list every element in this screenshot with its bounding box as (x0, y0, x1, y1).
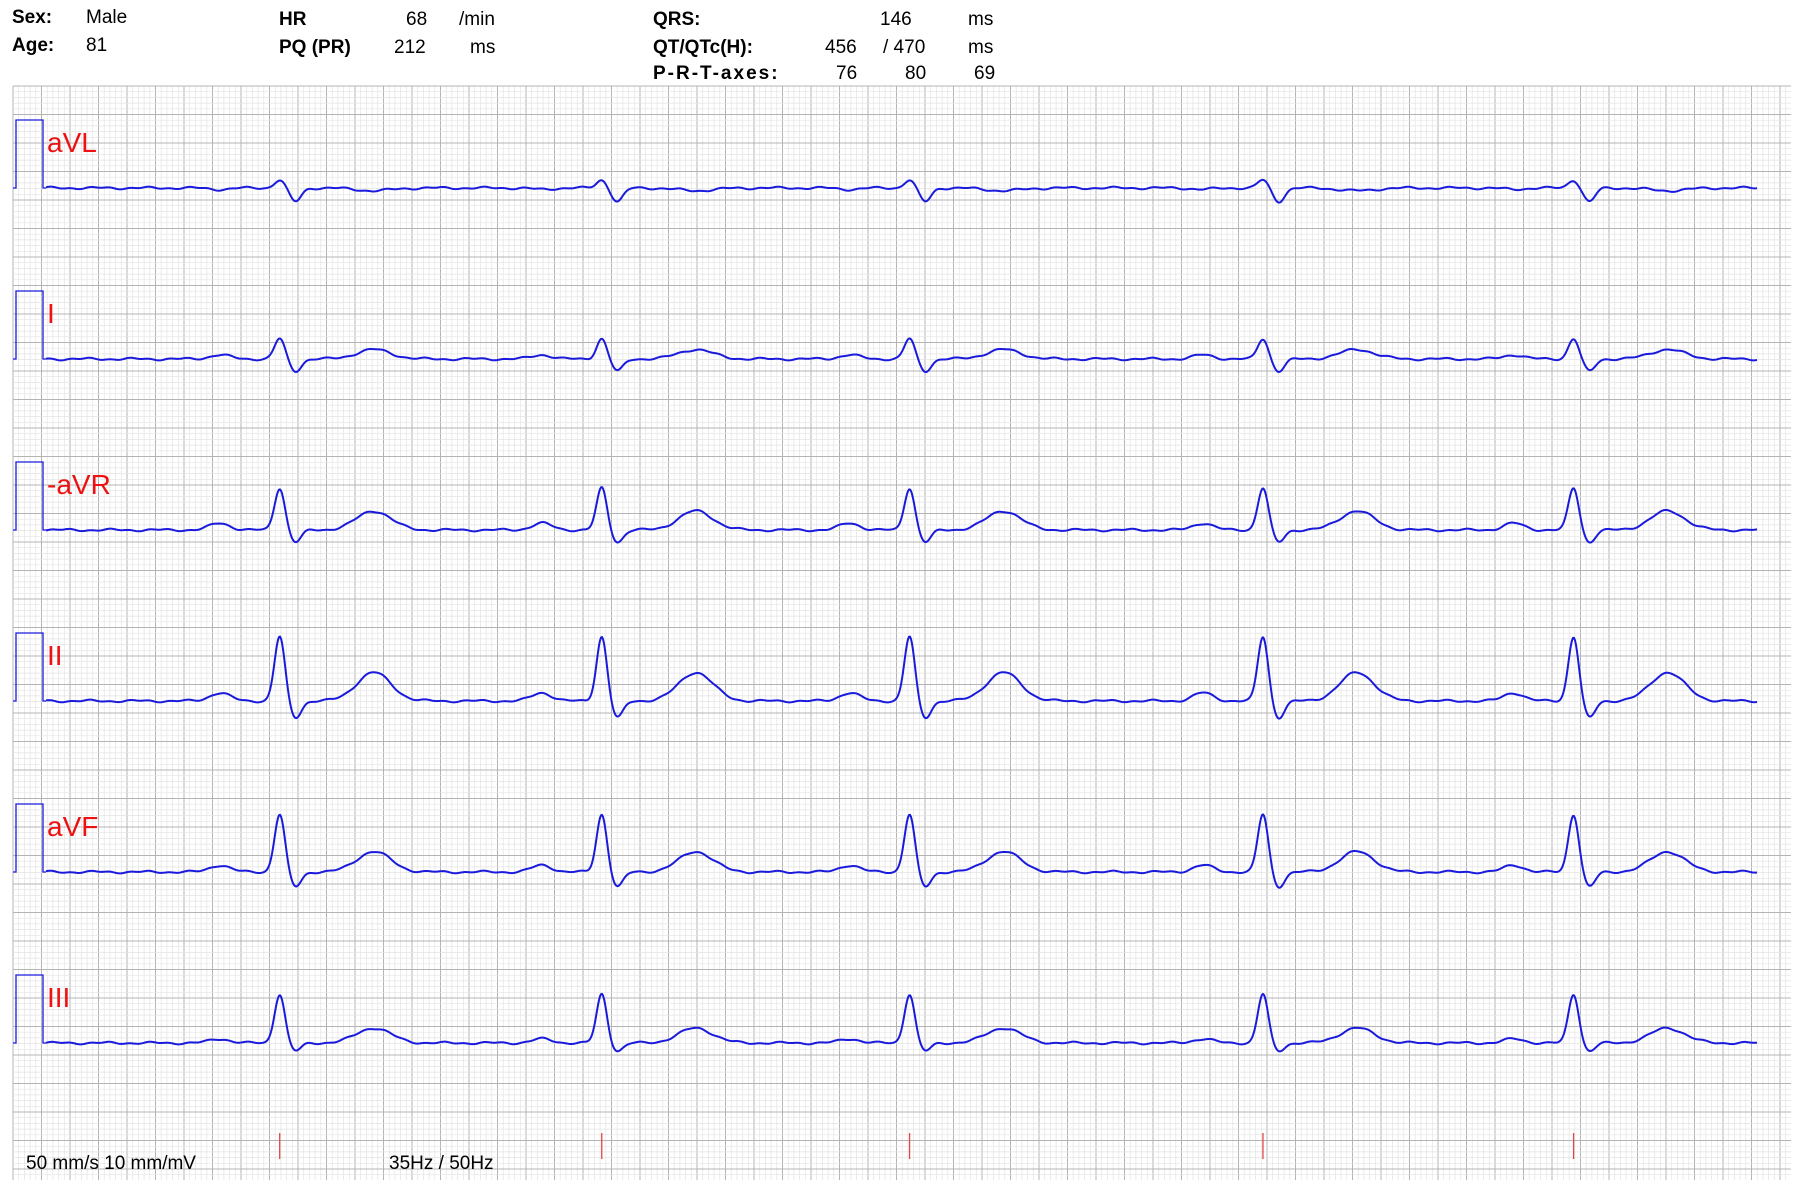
lead-label-iii: III (47, 982, 70, 1013)
t-axis-value: 69 (974, 63, 996, 84)
speed-gain-text: 50 mm/s 10 mm/mV (26, 1153, 196, 1174)
qtc-value: / 470 (883, 37, 926, 58)
qrs-value: 146 (880, 9, 912, 30)
ecg-chart: aVL I -aVR II aVF III (12, 85, 1791, 1180)
sex-label: Sex: (12, 7, 53, 28)
qt-value: 456 (825, 37, 857, 58)
qrs-unit: ms (968, 9, 994, 30)
sex-value: Male (86, 7, 128, 28)
pq-value: 212 (394, 37, 426, 58)
hr-value: 68 (406, 9, 428, 30)
lead-label-avl: aVL (47, 127, 97, 158)
lead-label-avf: aVF (47, 811, 98, 842)
age-label: Age: (12, 35, 55, 56)
lead-label-ii: II (47, 640, 63, 671)
qrs-label: QRS: (653, 9, 701, 30)
lead-label--avr: -aVR (47, 469, 111, 500)
hr-unit: /min (459, 9, 495, 30)
qt-unit: ms (968, 37, 994, 58)
hr-label: HR (279, 9, 307, 30)
r-axis-value: 80 (905, 63, 927, 84)
ecg-grid (12, 85, 1791, 1180)
report-header: Sex: Male Age: 81 HR 68 /min PQ (PR) 212… (0, 0, 1800, 86)
p-axis-value: 76 (836, 63, 858, 84)
filter-text: 35Hz / 50Hz (389, 1153, 494, 1174)
pq-unit: ms (470, 37, 496, 58)
lead-label-i: I (47, 298, 55, 329)
qt-label: QT/QTc(H): (653, 37, 753, 58)
age-value: 81 (86, 35, 108, 56)
pq-label: PQ (PR) (279, 37, 351, 58)
axes-label: P-R-T-axes: (653, 63, 780, 84)
